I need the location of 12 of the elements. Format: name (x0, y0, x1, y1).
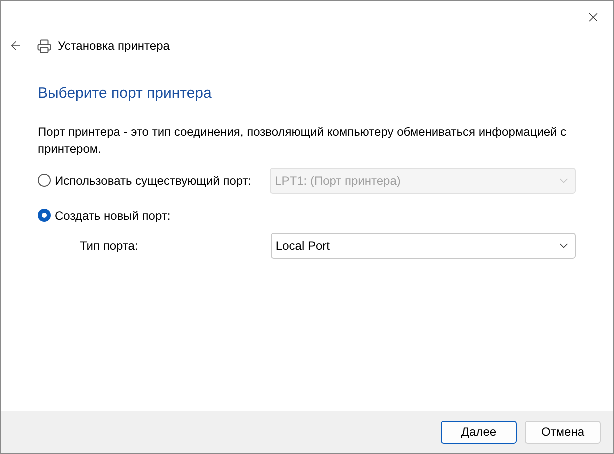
cancel-button[interactable]: Отмена (525, 420, 601, 444)
radio-option[interactable]: Использовать существующий порт: (38, 172, 270, 190)
radio-button[interactable] (38, 209, 51, 222)
port-type-label: Тип порта: (79, 238, 140, 254)
radio-button[interactable] (38, 174, 51, 187)
description: Порт принтера - это тип соединения, позволяющий компьютеру обмениваться информацией с принтером. (38, 124, 568, 158)
dropdown[interactable]: Local Port (270, 232, 576, 258)
radio-option[interactable]: Создать новый порт: (38, 206, 278, 224)
next-button[interactable]: Далее (441, 420, 517, 444)
page-heading: Выберите порт принтера (38, 84, 213, 104)
window-title: Установка принтера (58, 38, 170, 55)
printer-icon (37, 38, 52, 54)
